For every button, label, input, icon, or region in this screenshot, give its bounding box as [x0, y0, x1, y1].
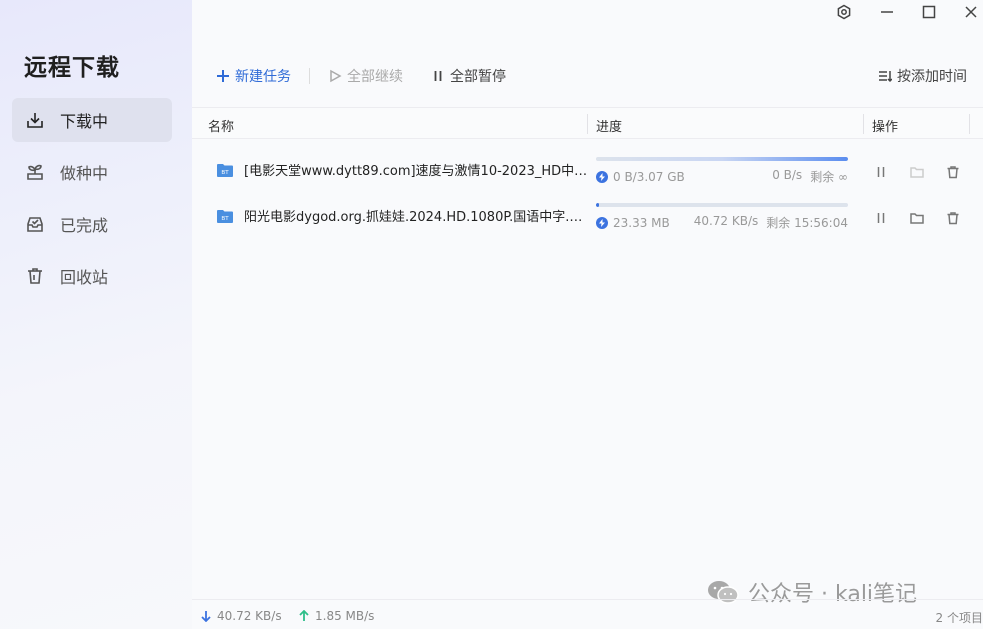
maximize-icon [922, 5, 936, 19]
sidebar-item-downloading[interactable]: 下载中 [12, 98, 172, 142]
download-speed: 0 B/s [772, 168, 803, 182]
progress-bar [596, 203, 848, 207]
progress-info: 0 B/3.07 GB 0 B/s 剩余 ∞ [596, 168, 848, 185]
svg-text:BT: BT [221, 170, 229, 176]
open-folder-button[interactable] [908, 209, 926, 227]
lightning-icon [596, 170, 608, 183]
column-divider[interactable] [863, 114, 864, 134]
file-size: 23.33 MB [613, 215, 670, 230]
new-task-button[interactable]: 新建任务 [216, 66, 291, 86]
upload-speed-value: 1.85 MB/s [315, 609, 375, 623]
table-row[interactable]: BT [电影天堂www.dytt89.com]速度与激情10-2023_HD中英… [192, 157, 983, 203]
completed-tray-icon [24, 213, 46, 235]
resume-all-label: 全部继续 [347, 69, 403, 85]
time-remaining: 剩余 15:56:04 [766, 216, 848, 230]
column-divider[interactable] [969, 114, 970, 134]
download-speed: 40.72 KB/s [693, 214, 759, 228]
download-tray-icon [24, 109, 46, 131]
maximize-button[interactable] [915, 2, 943, 22]
file-size: 0 B/3.07 GB [613, 169, 685, 184]
seedling-icon [24, 161, 46, 183]
new-task-label: 新建任务 [235, 69, 291, 85]
folder-icon [910, 167, 924, 178]
column-header-actions: 操作 [872, 120, 899, 135]
column-header-progress[interactable]: 进度 [596, 116, 622, 135]
item-count-label: 2 个项目 [935, 611, 983, 625]
app-title: 远程下载 [24, 55, 120, 81]
settings-button[interactable] [830, 2, 858, 22]
pause-task-button[interactable] [872, 163, 890, 181]
file-name: 阳光电影dygod.org.抓娃娃.2024.HD.1080P.国语中字.mkv [244, 210, 589, 225]
delete-task-button[interactable] [944, 163, 962, 181]
column-header-name[interactable]: 名称 [208, 116, 234, 135]
svg-text:BT: BT [221, 216, 229, 222]
sidebar-item-label: 做种中 [60, 164, 109, 183]
sort-label: 按添加时间 [897, 69, 967, 85]
toolbar: 新建任务 全部继续 全部暂停 按添加时间 [192, 60, 983, 90]
table-header: 名称 进度 操作 [192, 107, 983, 139]
progress-info: 23.33 MB 40.72 KB/s 剩余 15:56:04 [596, 214, 848, 231]
progress-bar [596, 157, 848, 161]
sort-icon [879, 71, 892, 83]
sidebar-nav: 下载中 做种中 已完成 回收站 [12, 98, 172, 306]
item-count: 2 个项目 [936, 609, 983, 626]
pause-all-label: 全部暂停 [450, 69, 506, 85]
toolbar-divider [309, 68, 310, 84]
sidebar-item-recycle-bin[interactable]: 回收站 [12, 254, 172, 298]
folder-icon [910, 213, 924, 224]
trash-icon [24, 265, 46, 287]
time-remaining: 剩余 ∞ [810, 170, 848, 184]
pause-task-button[interactable] [872, 209, 890, 227]
sidebar-item-label: 回收站 [60, 268, 109, 287]
sidebar: 远程下载 下载中 做种中 已完成 回收站 [0, 0, 192, 629]
delete-task-button[interactable] [944, 209, 962, 227]
trash-icon [947, 212, 959, 225]
resume-all-button[interactable]: 全部继续 [328, 66, 403, 86]
play-icon [330, 69, 342, 83]
column-divider[interactable] [587, 114, 588, 134]
pause-icon [877, 167, 885, 177]
minimize-icon [881, 11, 893, 13]
close-icon [965, 6, 977, 18]
arrow-up-icon [299, 610, 309, 621]
minimize-button[interactable] [873, 2, 901, 22]
sidebar-item-seeding[interactable]: 做种中 [12, 150, 172, 194]
total-upload-speed: 1.85 MB/s [298, 609, 374, 623]
trash-icon [947, 166, 959, 179]
arrow-down-icon [201, 611, 211, 622]
download-speed-value: 40.72 KB/s [217, 609, 282, 623]
progress-fill [596, 203, 599, 207]
file-name: [电影天堂www.dytt89.com]速度与激情10-2023_HD中英双字.… [244, 164, 589, 179]
status-bar: 40.72 KB/s 1.85 MB/s 2 个项目 [192, 599, 983, 629]
sidebar-item-label: 已完成 [60, 216, 109, 235]
settings-icon [837, 4, 851, 20]
sidebar-item-completed[interactable]: 已完成 [12, 202, 172, 246]
pause-icon [877, 213, 885, 223]
lightning-icon [596, 216, 608, 229]
pause-icon [434, 71, 442, 81]
sidebar-item-label: 下载中 [60, 112, 109, 131]
table-row[interactable]: BT 阳光电影dygod.org.抓娃娃.2024.HD.1080P.国语中字.… [192, 203, 983, 249]
close-button[interactable] [957, 2, 983, 22]
open-folder-button[interactable] [908, 163, 926, 181]
plus-icon [217, 70, 229, 82]
progress-fill [596, 157, 848, 161]
total-download-speed: 40.72 KB/s [200, 609, 282, 623]
bt-file-icon: BT [217, 210, 233, 223]
pause-all-button[interactable]: 全部暂停 [431, 66, 506, 86]
sort-by-added-time-button[interactable]: 按添加时间 [878, 66, 967, 86]
bt-file-icon: BT [217, 164, 233, 177]
main-panel: 新建任务 全部继续 全部暂停 按添加时间 名称 进度 操作 BT [电影天堂ww… [192, 0, 983, 629]
